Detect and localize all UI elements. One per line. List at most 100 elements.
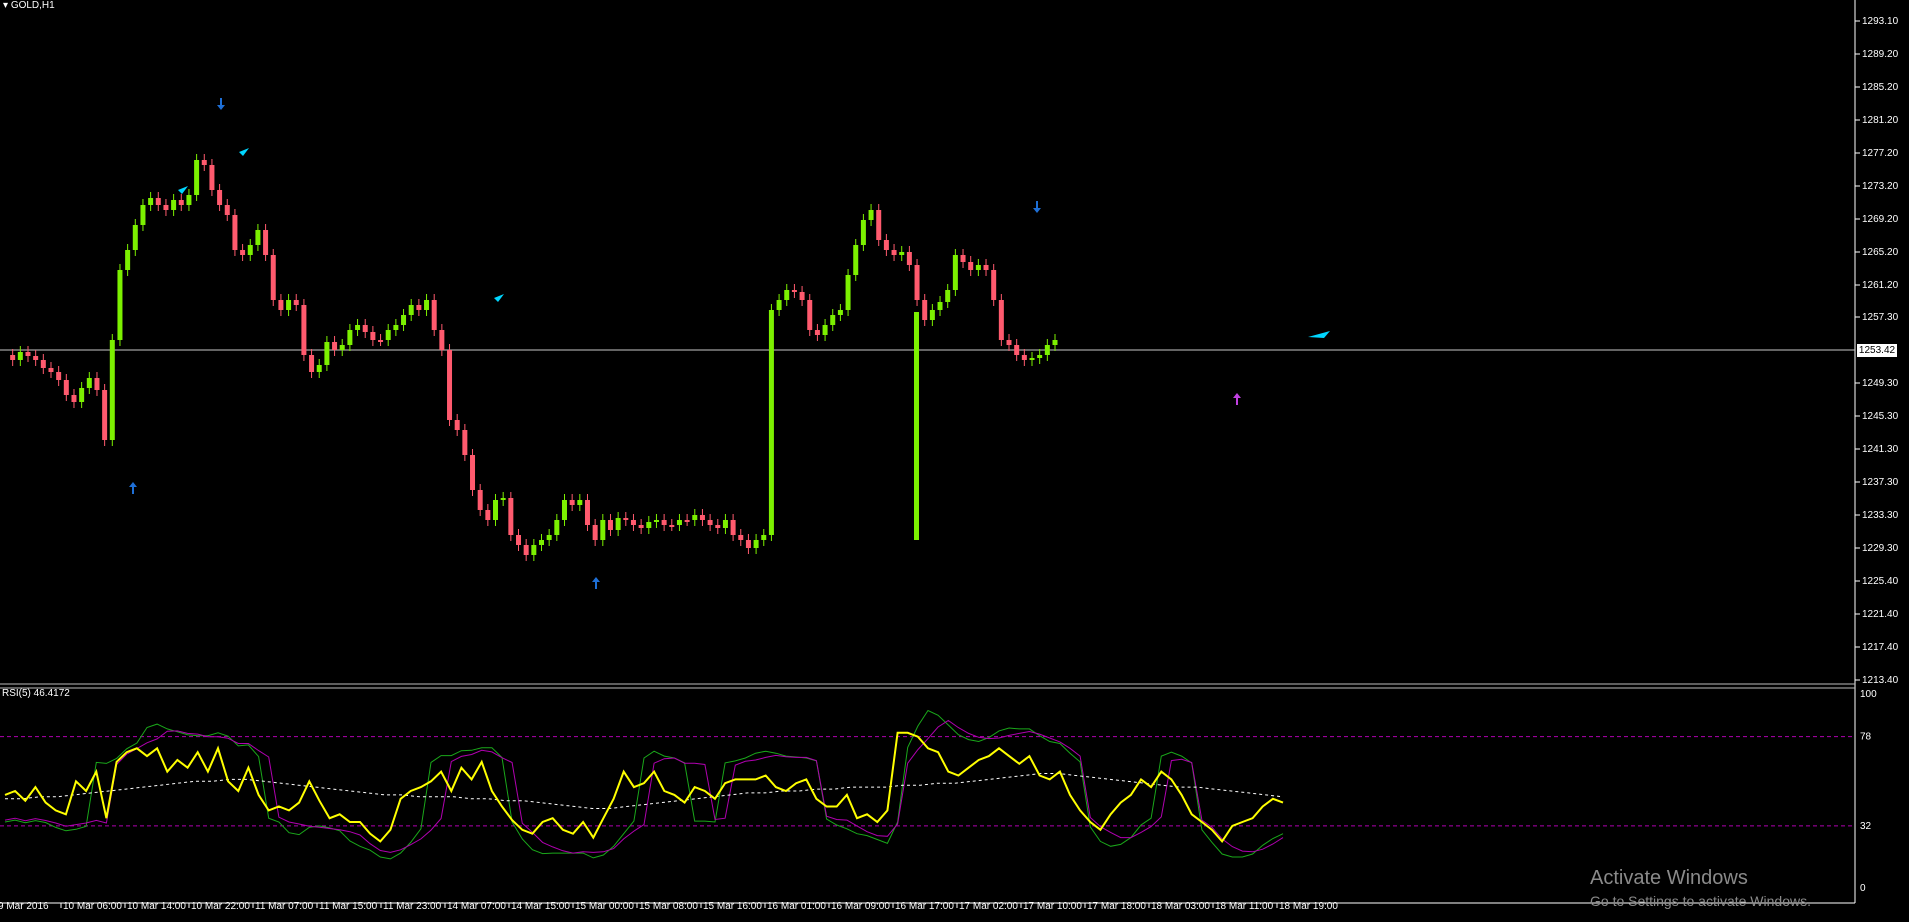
candle-body (516, 535, 522, 545)
candle-body (722, 520, 728, 528)
time-axis[interactable]: 9 Mar 2016 10 Mar 06:00 10 Mar 14:00 10 Mar… (0, 901, 1338, 912)
time-tick-label: 18 Mar 19:00 (1279, 901, 1338, 912)
time-tick-label: 15 Mar 16:00 (703, 901, 762, 912)
candle-body (439, 330, 445, 350)
candle-body (155, 198, 161, 205)
price-tick-label: 1237.30 (1862, 477, 1899, 488)
candle-body (592, 525, 598, 540)
candle-body (477, 490, 483, 510)
candle-body (1014, 345, 1020, 355)
candle-body (814, 330, 820, 335)
signal-triangle-icon (494, 294, 504, 302)
rsi-level-label: 100 (1860, 689, 1877, 700)
candle-body (385, 330, 391, 340)
candle-body (607, 520, 613, 530)
candle-body (669, 525, 675, 527)
candle-body (247, 245, 253, 255)
candle-body (1052, 340, 1058, 345)
time-tick-label: 15 Mar 00:00 (575, 901, 634, 912)
price-tick-label: 1265.20 (1862, 247, 1899, 258)
arrow-down-icon (1033, 201, 1041, 213)
candle-body (830, 315, 836, 325)
candle-body (79, 388, 85, 402)
signal-triangle-icon (1308, 331, 1330, 338)
candle-body (217, 190, 223, 205)
candle-body (561, 500, 567, 520)
candle-body (431, 300, 437, 330)
signal-arrows (129, 98, 1330, 589)
time-tick-label: 11 Mar 15:00 (319, 901, 378, 912)
signal-triangle-icon (178, 186, 188, 194)
current-price-tag: 1253.42 (1857, 344, 1897, 357)
chart-title[interactable]: ▾ GOLD,H1 (3, 0, 55, 11)
price-tick-label: 1229.30 (1862, 543, 1899, 554)
candle-body (408, 305, 414, 315)
candle-body (347, 330, 353, 345)
arrow-up-icon (592, 577, 600, 589)
rsi-smooth-magenta (4, 719, 1284, 854)
candle-body (975, 265, 981, 270)
candle-body (937, 302, 943, 310)
candle-body (462, 430, 468, 455)
candle-body (952, 255, 958, 290)
candle-body (86, 378, 92, 388)
candle-body (194, 160, 200, 195)
time-tick-label: 18 Mar 11:00 (1215, 901, 1274, 912)
candle-body (316, 365, 322, 372)
price-tick-label: 1293.10 (1862, 16, 1899, 27)
trading-chart[interactable]: 1293.10 1289.20 1285.20 1281.20 1277.20 1273.… (0, 0, 1909, 922)
candle-body (653, 520, 659, 522)
candle-body (1021, 355, 1027, 360)
price-tick-label: 1225.40 (1862, 576, 1899, 587)
candle-body (584, 500, 590, 525)
candle-body (577, 500, 583, 505)
candle-body (255, 230, 261, 245)
candle-body (531, 545, 537, 555)
candle-body (362, 325, 368, 332)
time-tick-label: 14 Mar 15:00 (511, 901, 570, 912)
candle-body (500, 498, 506, 500)
candle-body (102, 390, 108, 440)
candle-body (715, 525, 721, 528)
time-tick-label: 14 Mar 07:00 (447, 901, 506, 912)
candle-body (998, 300, 1004, 340)
candle-body (163, 205, 169, 210)
candle-body (370, 332, 376, 340)
candle-body (906, 252, 912, 265)
time-tick-label: 9 Mar 2016 (0, 901, 49, 912)
candle-body (447, 350, 453, 420)
price-tick-label: 1213.40 (1862, 675, 1899, 686)
arrow-down-icon (217, 98, 225, 110)
candle-body (899, 252, 905, 255)
candle-body (791, 290, 797, 292)
candle-body (63, 380, 69, 395)
candle-body (263, 230, 269, 255)
candle-body (914, 312, 919, 540)
price-tick-label: 1277.20 (1862, 148, 1899, 159)
price-tick-label: 1249.30 (1862, 378, 1899, 389)
triangle-down-icon[interactable]: ▾ (3, 0, 11, 11)
price-tick-label: 1281.20 (1862, 115, 1899, 126)
candle-body (1037, 355, 1043, 358)
candle-body (40, 360, 46, 368)
price-tick-label: 1241.30 (1862, 444, 1899, 455)
candlesticks (10, 154, 1058, 561)
candle-body (209, 165, 215, 190)
candle-body (784, 290, 790, 300)
candle-body (699, 515, 705, 520)
candle-body (600, 520, 606, 540)
candle-body (470, 455, 476, 490)
rsi-smooth-green (4, 709, 1284, 860)
candle-body (914, 265, 920, 300)
candle-body (922, 300, 928, 320)
candle-body (332, 342, 338, 350)
candle-body (1044, 345, 1050, 355)
candle-body (646, 522, 652, 528)
candle-body (201, 160, 207, 165)
time-tick-label: 16 Mar 01:00 (767, 901, 826, 912)
candle-body (676, 520, 682, 525)
candle-body (968, 262, 974, 270)
candle-body (730, 520, 736, 535)
candle-body (991, 270, 997, 300)
candle-body (853, 245, 859, 275)
